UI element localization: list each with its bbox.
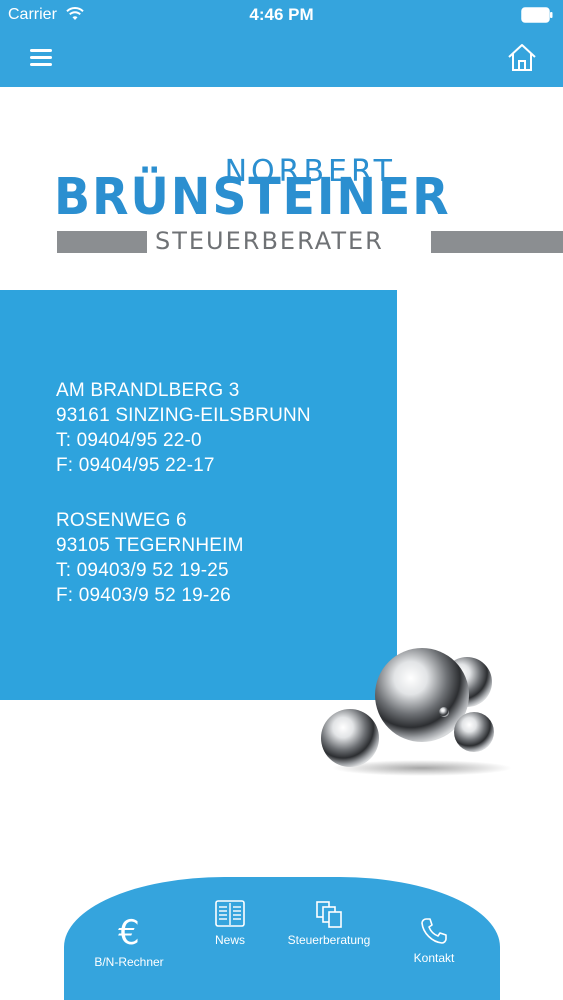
address-phone[interactable]: T: 09403/9 52 19-25	[56, 558, 244, 583]
phone-icon	[421, 918, 447, 944]
tab-label: Kontakt	[413, 951, 455, 965]
address-city: 93105 TEGERNHEIM	[56, 535, 244, 556]
app-header	[0, 30, 563, 87]
tab-label: B/N-Rechner	[94, 955, 164, 969]
tab-steuerberatung[interactable]: Steuerberatung	[274, 899, 384, 947]
bottom-tab-bar: € B/N-Rechner News Steuerberatung Kontak…	[64, 877, 500, 1000]
home-icon	[508, 44, 536, 71]
address-block-rosenweg: ROSENWEG 6 93105 TEGERNHEIM T: 09403/9 5…	[56, 508, 244, 608]
address-panel: AM BRANDLBERG 3 93161 SINZING-EILSBRUNN …	[0, 290, 397, 700]
newspaper-icon	[215, 900, 245, 927]
address-city: 93161 SINZING-EILSBRUNN	[56, 405, 311, 426]
home-button[interactable]	[505, 40, 539, 74]
hamburger-menu-icon	[30, 49, 52, 66]
battery-icon	[521, 7, 553, 23]
address-block-brandlberg: AM BRANDLBERG 3 93161 SINZING-EILSBRUNN …	[56, 378, 311, 478]
tab-news[interactable]: News	[200, 899, 260, 947]
address-fax: F: 09404/95 22-17	[56, 455, 215, 476]
logo-profession: STEUERBERATER	[155, 227, 384, 255]
chrome-balls-image	[321, 648, 512, 776]
address-fax: F: 09403/9 52 19-26	[56, 585, 231, 606]
logo-bar-right	[431, 231, 563, 253]
status-bar: Carrier 4:46 PM	[0, 0, 563, 30]
address-street: ROSENWEG 6	[56, 510, 187, 531]
status-time: 4:46 PM	[249, 5, 314, 24]
logo-last-name: BRÜNSTEINER	[54, 168, 451, 227]
tab-label: News	[214, 933, 245, 947]
logo-bar-left	[57, 231, 147, 253]
tab-bn-rechner[interactable]: € B/N-Rechner	[84, 915, 174, 969]
menu-button[interactable]	[26, 44, 58, 72]
tab-kontakt[interactable]: Kontakt	[394, 915, 474, 965]
company-logo: NORBERT BRÜNSTEINER STEUERBERATER	[0, 140, 563, 260]
address-phone[interactable]: T: 09404/95 22-0	[56, 428, 311, 453]
documents-icon	[316, 901, 342, 928]
euro-icon: €	[118, 913, 140, 953]
address-street: AM BRANDLBERG 3	[56, 380, 240, 401]
tab-label: Steuerberatung	[287, 933, 371, 947]
